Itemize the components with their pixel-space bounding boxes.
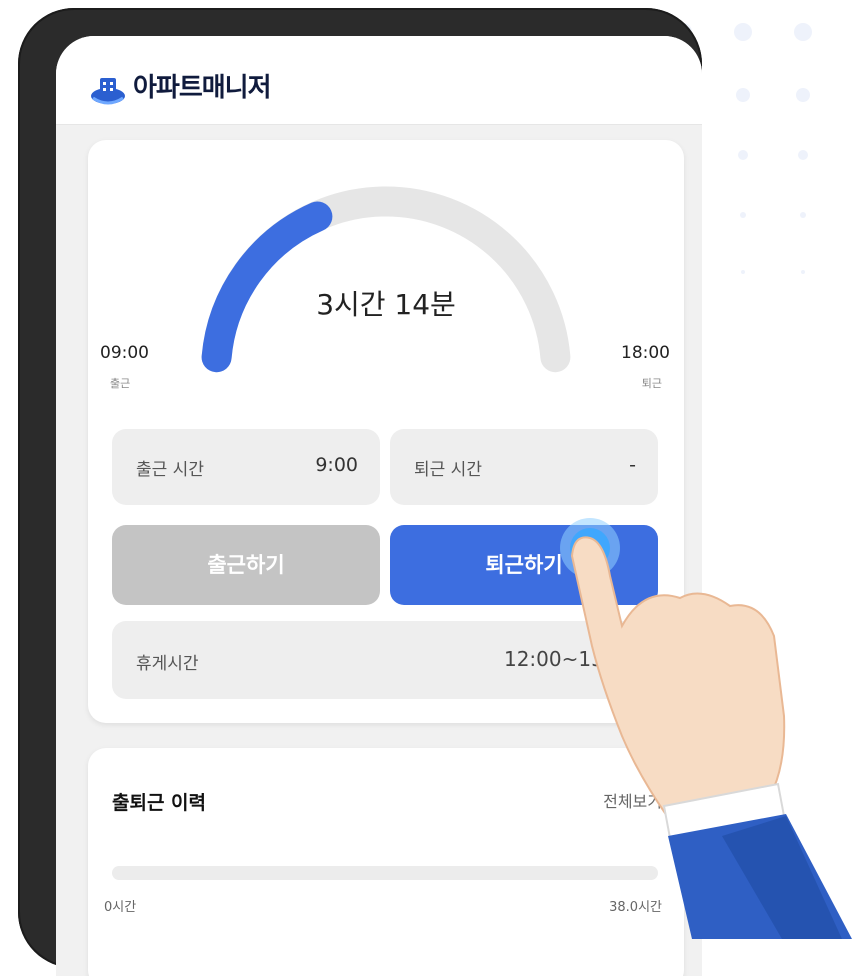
check-in-button[interactable]: 출근하기	[112, 525, 380, 605]
pointing-hand-icon	[560, 518, 852, 939]
apartment-building-icon	[91, 78, 125, 105]
app-header: 아파트매니저	[56, 36, 702, 125]
break-time-label: 휴게시간	[136, 654, 199, 674]
work-progress-gauge	[201, 186, 571, 373]
gauge-start-label: 출근	[110, 377, 131, 390]
gauge-track	[201, 186, 571, 373]
clock-in-time-value: 9:00	[315, 454, 358, 476]
app-title: 아파트매니저	[133, 73, 272, 103]
progress-min-label: 0시간	[104, 900, 137, 915]
history-title: 출퇴근 이력	[112, 792, 207, 814]
clock-out-time-value: -	[629, 454, 636, 476]
gauge-end-time: 18:00	[621, 343, 670, 363]
clock-out-time-label: 퇴근 시간	[414, 460, 482, 480]
gauge-end-label: 퇴근	[641, 377, 662, 390]
elapsed-time: 3시간 14분	[316, 288, 456, 321]
gauge-start-time: 09:00	[100, 343, 149, 363]
clock-in-time-box: 출근 시간 9:00	[112, 429, 380, 505]
clock-in-time-label: 출근 시간	[136, 460, 204, 480]
clock-out-time-box: 퇴근 시간 -	[390, 429, 658, 505]
